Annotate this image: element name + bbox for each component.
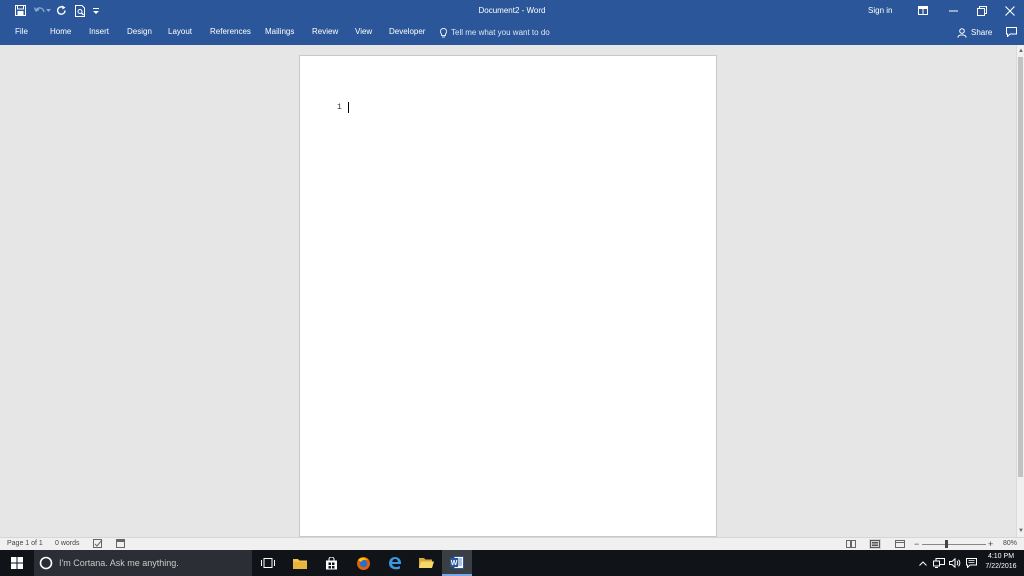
person-icon [957,28,967,38]
ribbon-display-options-button[interactable] [909,0,937,21]
ribbon-tab-bar: File Home Insert Design Layout Reference… [0,21,1024,45]
system-clock[interactable]: 4:10 PM 7/22/2016 [980,552,1022,572]
zoom-slider[interactable] [922,544,986,545]
folder-open-icon [418,558,434,568]
restore-icon [977,5,987,16]
minimize-button[interactable] [939,0,967,21]
save-icon [14,5,26,16]
file-explorer-button[interactable] [285,550,315,576]
task-view-icon [261,558,275,568]
text-cursor [348,102,349,113]
title-bar: Document2 - Word Sign in [0,0,1024,21]
tab-file[interactable]: File [15,21,28,45]
clock-date: 7/22/2016 [985,563,1017,570]
print-layout-icon [870,540,880,548]
close-button[interactable] [996,0,1024,21]
book-icon [846,540,856,548]
restore-button[interactable] [968,0,996,21]
share-label: Share [971,28,993,37]
chevron-down-icon [45,9,51,12]
store-button[interactable] [316,550,346,576]
task-view-button[interactable] [253,550,283,576]
read-mode-button[interactable] [845,539,857,549]
comment-icon [1005,27,1017,37]
svg-text:W: W [451,560,458,567]
clock-time: 4:10 PM [987,553,1015,560]
scroll-up-icon[interactable]: ▲ [1018,47,1024,55]
tab-layout[interactable]: Layout [168,21,192,45]
cortana-search-box[interactable]: I'm Cortana. Ask me anything. [34,550,252,576]
sign-in-link[interactable]: Sign in [868,0,892,21]
print-layout-button[interactable] [869,539,881,549]
redo-icon [56,5,66,15]
edge-icon [389,557,402,570]
cortana-icon [39,556,53,570]
vertical-scrollbar[interactable]: ▲ ▼ [1016,45,1024,537]
chevron-up-icon [919,560,927,566]
print-preview-icon [74,4,85,17]
line-number: 1 [337,103,342,112]
store-icon [325,556,337,569]
zoom-in-button[interactable]: + [988,538,993,550]
volume-button[interactable] [948,550,962,576]
minimize-icon [948,10,958,11]
web-layout-icon [895,540,905,548]
tab-references[interactable]: References [210,21,251,45]
macro-icon [116,539,125,548]
speaker-icon [949,558,961,568]
customize-qat-icon [93,7,99,14]
tab-design[interactable]: Design [127,21,152,45]
tell-me-search[interactable]: Tell me what you want to do [440,21,550,45]
undo-dropdown[interactable] [44,3,52,18]
web-layout-button[interactable] [894,539,906,549]
zoom-level[interactable]: 80% [1003,538,1017,550]
taskbar: I'm Cortana. Ask me anything. W 4:10 PM … [0,550,1024,576]
tab-view[interactable]: View [355,21,372,45]
action-center-button[interactable] [964,550,978,576]
print-preview-button[interactable] [72,3,88,18]
document-page[interactable] [299,55,717,537]
zoom-out-button[interactable]: − [914,538,919,550]
ribbon-display-icon [918,6,928,15]
word-app-icon: W [450,555,464,569]
windows-logo-icon [11,557,23,569]
tab-review[interactable]: Review [312,21,338,45]
word-count[interactable]: 0 words [55,538,80,550]
lightbulb-icon [440,28,447,38]
tab-insert[interactable]: Insert [89,21,109,45]
folder-icon [293,558,307,569]
status-bar: Page 1 of 1 0 words − + 80% [0,537,1024,550]
zoom-slider-thumb[interactable] [945,540,948,548]
network-icon [933,558,945,568]
firefox-icon [356,556,370,570]
scroll-down-icon[interactable]: ▼ [1018,527,1024,535]
scrollbar-thumb[interactable] [1018,57,1023,477]
cortana-placeholder: I'm Cortana. Ask me anything. [59,558,179,568]
proofing-icon [93,539,103,548]
comments-button[interactable] [1003,25,1019,39]
redo-button[interactable] [53,3,69,18]
page-count[interactable]: Page 1 of 1 [7,538,43,550]
tell-me-placeholder: Tell me what you want to do [451,28,550,37]
save-button[interactable] [12,3,28,18]
file-manager-button[interactable] [411,550,441,576]
tab-home[interactable]: Home [50,21,71,45]
firefox-button[interactable] [348,550,378,576]
network-button[interactable] [932,550,946,576]
word-taskbar-button[interactable]: W [442,550,472,576]
tab-mailings[interactable]: Mailings [265,21,294,45]
tab-developer[interactable]: Developer [389,21,425,45]
show-hidden-icons-button[interactable] [916,550,930,576]
share-button[interactable]: Share [957,21,992,45]
edge-button[interactable] [380,550,410,576]
close-icon [1005,5,1015,16]
notification-icon [965,558,977,568]
customize-qat-button[interactable] [91,3,101,18]
start-button[interactable] [0,550,34,576]
